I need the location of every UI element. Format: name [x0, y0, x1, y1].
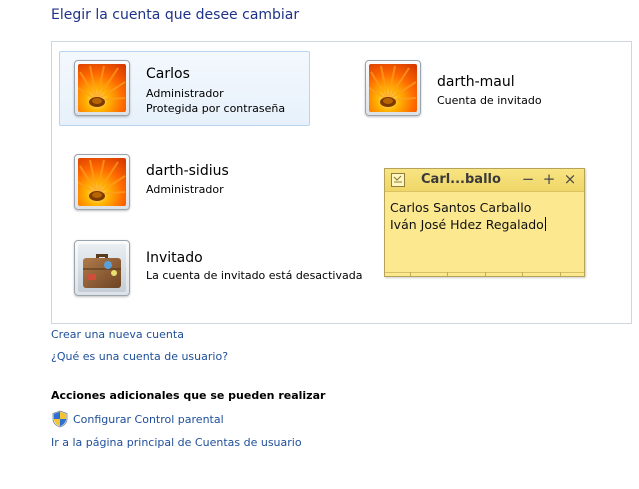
- sticky-note-titlebar[interactable]: Carl...ballo − + ×: [385, 169, 584, 192]
- what-is-account-link[interactable]: ¿Qué es una cuenta de usuario?: [51, 350, 228, 363]
- flower-icon: [78, 64, 126, 112]
- sticky-note-text[interactable]: Carlos Santos Carballo Iván José Hdez Re…: [390, 199, 546, 233]
- account-picture: [74, 154, 130, 210]
- additional-actions-heading: Acciones adicionales que se pueden reali…: [51, 389, 326, 402]
- account-name: darth-sidius: [146, 163, 229, 179]
- note-icon: [391, 173, 405, 187]
- close-button[interactable]: ×: [561, 170, 579, 188]
- account-name: Invitado: [146, 250, 203, 266]
- sticky-note-title: Carl...ballo: [421, 172, 501, 187]
- account-type: La cuenta de invitado está desactivada: [146, 269, 363, 282]
- uac-shield-icon: [52, 410, 68, 428]
- account-picture: [74, 240, 130, 296]
- suitcase-icon: [78, 244, 126, 292]
- account-tile-invitado[interactable]: Invitado La cuenta de invitado está desa…: [59, 231, 369, 306]
- sticky-note[interactable]: Carl...ballo − + × Carlos Santos Carball…: [384, 168, 585, 277]
- page-title: Elegir la cuenta que desee cambiar: [51, 7, 300, 23]
- account-type: Cuenta de invitado: [437, 94, 542, 107]
- note-line: Carlos Santos Carballo: [390, 200, 532, 215]
- account-name: darth-maul: [437, 74, 515, 90]
- account-tile-darth-sidius[interactable]: darth-sidius Administrador: [59, 145, 310, 220]
- flower-icon: [78, 158, 126, 206]
- user-accounts-main-link[interactable]: Ir a la página principal de Cuentas de u…: [51, 436, 302, 449]
- sticky-note-footer: [385, 272, 584, 276]
- parental-control-link[interactable]: Configurar Control parental: [73, 413, 224, 426]
- create-account-link[interactable]: Crear una nueva cuenta: [51, 328, 184, 341]
- add-note-button[interactable]: +: [540, 170, 558, 188]
- account-picture: [365, 60, 421, 116]
- account-type: Administrador: [146, 87, 224, 100]
- account-tile-darth-maul[interactable]: darth-maul Cuenta de invitado: [350, 51, 580, 126]
- note-line: Iván José Hdez Regalado: [390, 217, 544, 232]
- flower-icon: [369, 64, 417, 112]
- account-detail: Protegida por contraseña: [146, 102, 286, 115]
- account-type: Administrador: [146, 183, 224, 196]
- text-caret: [544, 217, 546, 231]
- account-tile-carlos[interactable]: Carlos Administrador Protegida por contr…: [59, 51, 310, 126]
- account-picture: [74, 60, 130, 116]
- minimize-button[interactable]: −: [519, 170, 537, 188]
- account-name: Carlos: [146, 66, 190, 82]
- note-line-with-caret: Iván José Hdez Regalado: [390, 216, 546, 233]
